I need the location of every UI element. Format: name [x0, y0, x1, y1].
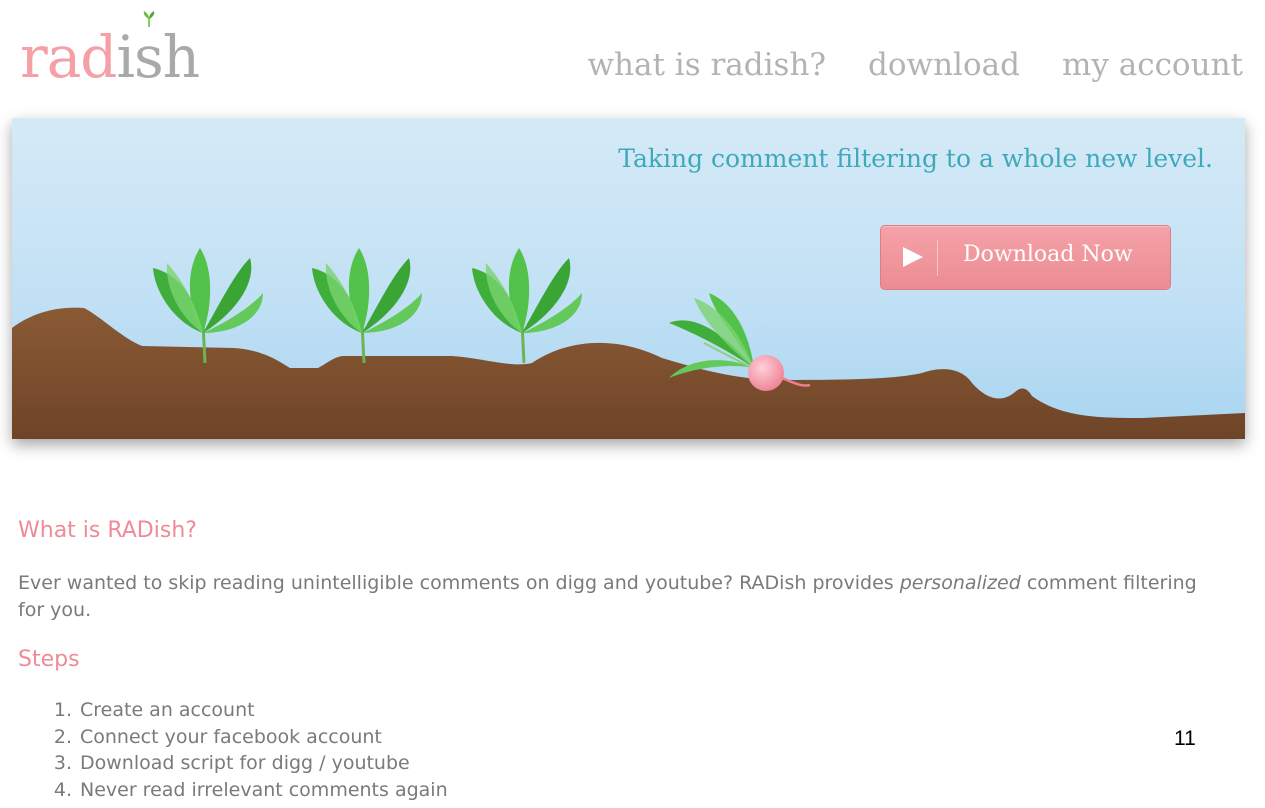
step-item: 3. Download script for digg / youtube	[53, 752, 410, 774]
page-number: 11	[1174, 727, 1196, 750]
sprout-plant	[153, 248, 263, 364]
step-item: 1. Create an account	[53, 699, 255, 721]
hero-tagline: Taking comment filtering to a whole new …	[618, 144, 1213, 173]
nav-download[interactable]: download	[868, 42, 1020, 88]
sprout-plant	[472, 248, 582, 364]
nav-my-account[interactable]: my account	[1062, 42, 1243, 88]
play-icon	[903, 247, 923, 267]
sprout-plant	[312, 248, 422, 364]
leaf-icon	[143, 11, 155, 27]
step-item: 4. Never read irrelevant comments again	[53, 778, 448, 801]
main-nav: what is radish? download my account	[588, 42, 1243, 88]
emphasis-text: personalized	[899, 572, 1021, 594]
what-is-radish-heading: What is RADish?	[18, 518, 197, 543]
download-now-button[interactable]: Download Now	[880, 225, 1171, 290]
intro-paragraph: Ever wanted to skip reading unintelligib…	[18, 572, 1197, 621]
button-divider	[937, 240, 938, 276]
steps-list: 1. Create an account 2. Connect your faceb…	[32, 697, 448, 803]
download-now-label: Download Now	[963, 242, 1133, 267]
steps-heading: Steps	[18, 647, 80, 672]
nav-what-is-radish[interactable]: what is radish?	[588, 42, 827, 88]
hero-banner: Taking comment filtering to a whole new …	[12, 118, 1245, 439]
logo-wordmark: radish	[20, 23, 200, 91]
step-item: 2. Connect your facebook account	[53, 725, 382, 748]
radish-logo[interactable]: radish	[20, 11, 240, 92]
